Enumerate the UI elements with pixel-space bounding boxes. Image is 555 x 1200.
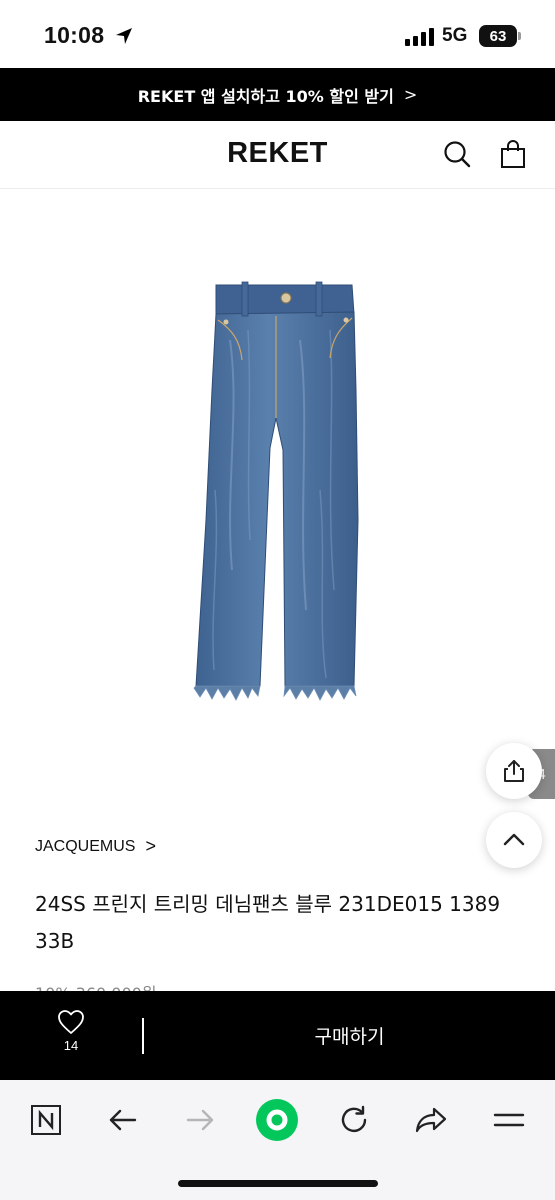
menu-icon <box>493 1113 525 1127</box>
denim-jeans-image <box>193 281 359 701</box>
battery-tip <box>518 32 521 40</box>
heart-icon <box>58 1010 84 1034</box>
location-arrow-icon <box>116 28 132 44</box>
back-arrow-icon <box>109 1109 137 1131</box>
green-home-icon <box>256 1099 298 1141</box>
share-button[interactable] <box>486 743 542 799</box>
status-bar: 10:08 5G 63 <box>0 0 555 68</box>
home-indicator <box>178 1180 378 1187</box>
app-install-promo-banner[interactable]: REKET 앱 설치하고 10% 할인 받기 > <box>0 68 555 121</box>
green-home-button[interactable] <box>255 1098 299 1142</box>
cart-button[interactable] <box>496 137 530 171</box>
back-button[interactable] <box>101 1098 145 1142</box>
naver-n-icon <box>31 1105 61 1135</box>
promo-text: REKET 앱 설치하고 10% 할인 받기 <box>137 86 394 106</box>
scroll-to-top-icon <box>503 833 525 846</box>
shopping-bag-icon <box>501 140 525 168</box>
purchase-bar: 14 구매하기 <box>0 991 555 1080</box>
brand-link[interactable]: JACQUEMUS > <box>35 836 156 857</box>
reload-button[interactable] <box>332 1098 376 1142</box>
menu-button[interactable] <box>487 1098 531 1142</box>
like-count: 14 <box>63 1038 79 1053</box>
like-button[interactable]: 14 <box>40 1009 102 1063</box>
share-arrow-icon <box>415 1107 447 1133</box>
signal-strength-icon <box>405 28 434 46</box>
search-icon <box>444 141 471 168</box>
product-image[interactable] <box>0 190 555 790</box>
brand-name: JACQUEMUS <box>35 837 136 855</box>
product-title: 24SS 프린지 트리밍 데님팬츠 블루 231DE015 1389 33B <box>35 892 501 953</box>
forward-arrow-icon <box>186 1109 214 1131</box>
site-header: REKET <box>0 121 555 189</box>
search-button[interactable] <box>440 137 474 171</box>
network-type: 5G <box>442 25 468 46</box>
status-time: 10:08 <box>44 22 105 48</box>
battery-icon: 63 <box>479 25 517 47</box>
scroll-to-top-button[interactable] <box>486 812 542 868</box>
share-icon <box>504 760 524 782</box>
reload-icon <box>341 1105 367 1133</box>
naver-n-button[interactable] <box>24 1098 68 1142</box>
forward-button[interactable] <box>178 1098 222 1142</box>
buy-button[interactable]: 구매하기 <box>144 991 555 1080</box>
brand-chevron: > <box>145 836 156 856</box>
share-page-button[interactable] <box>409 1098 453 1142</box>
promo-chevron: > <box>403 85 418 104</box>
